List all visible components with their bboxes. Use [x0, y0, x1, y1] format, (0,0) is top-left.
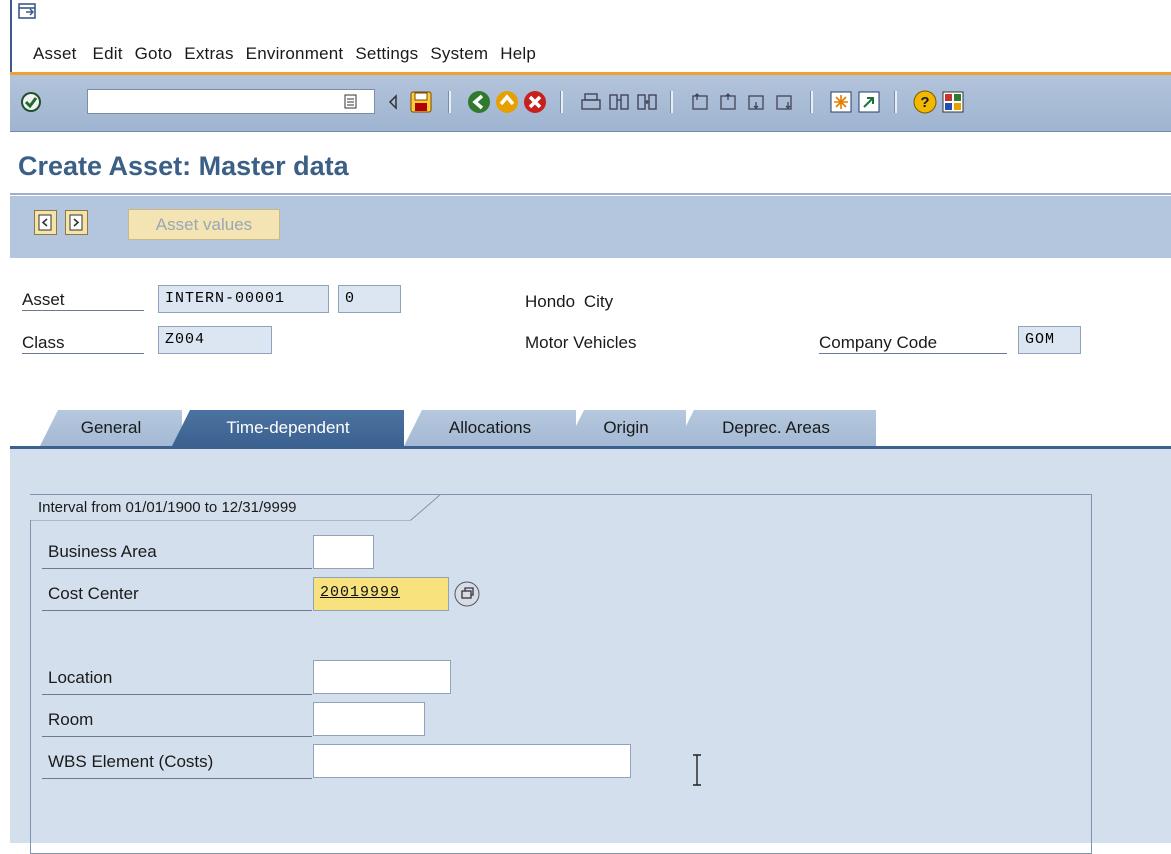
tab-general[interactable]: General — [40, 410, 182, 446]
business-area-label: Business Area — [48, 542, 157, 561]
first-page-icon[interactable] — [688, 89, 714, 115]
page-title: Create Asset: Master data — [18, 151, 349, 181]
menu-goto[interactable]: Goto — [135, 44, 173, 64]
location-field[interactable] — [313, 660, 451, 694]
next-asset-button[interactable] — [65, 210, 88, 235]
previous-icon — [38, 214, 52, 231]
location-label: Location — [48, 668, 113, 687]
back-icon[interactable] — [466, 89, 492, 115]
menu-system[interactable]: System — [430, 44, 488, 64]
menu-extras[interactable]: Extras — [184, 44, 233, 64]
tab-time-dependent[interactable]: Time-dependent — [172, 410, 404, 446]
exit-icon[interactable] — [494, 89, 520, 115]
asset-label: Asset — [22, 290, 144, 311]
enter-icon[interactable] — [18, 89, 44, 115]
command-field[interactable] — [87, 89, 375, 114]
system-menu-icon[interactable] — [18, 3, 38, 21]
wbs-element-label: WBS Element (Costs) — [48, 752, 214, 771]
tab-allocations[interactable]: Allocations — [404, 410, 576, 446]
menu-asset[interactable]: Asset — [33, 44, 77, 64]
menu-help[interactable]: Help — [500, 44, 536, 64]
last-page-icon[interactable] — [772, 89, 798, 115]
business-area-underline — [42, 568, 312, 569]
save-icon[interactable] — [408, 89, 434, 115]
print-icon[interactable] — [578, 89, 604, 115]
toolbar-separator — [670, 91, 673, 113]
layout-menu-icon[interactable] — [940, 89, 966, 115]
room-field[interactable] — [313, 702, 425, 736]
menu-settings[interactable]: Settings — [355, 44, 418, 64]
menu-items: Asset Edit Goto Extras Environment Setti… — [33, 44, 548, 64]
interval-title: Interval from 01/01/1900 to 12/31/9999 — [30, 494, 440, 520]
system-toolbar: ? — [10, 75, 1171, 132]
menu-bar: Asset Edit Goto Extras Environment Setti… — [0, 0, 1171, 76]
wbs-element-field[interactable] — [313, 744, 631, 778]
company-code-label: Company Code — [819, 333, 1007, 354]
create-session-icon[interactable] — [828, 89, 854, 115]
next-page-icon[interactable] — [744, 89, 770, 115]
text-cursor-icon — [690, 753, 704, 787]
business-area-field[interactable] — [313, 535, 374, 569]
window-edge — [10, 0, 12, 76]
cost-center-underline — [42, 610, 312, 611]
tab-origin[interactable]: Origin — [566, 410, 686, 446]
wbs-element-underline — [42, 778, 312, 779]
cost-center-field[interactable]: 20019999 — [313, 577, 449, 611]
menu-edit[interactable]: Edit — [93, 44, 123, 64]
command-history-icon[interactable] — [338, 89, 364, 115]
cancel-icon[interactable] — [522, 89, 548, 115]
company-code-field[interactable]: GOM — [1018, 326, 1081, 354]
class-field[interactable]: Z004 — [158, 326, 272, 354]
find-next-icon[interactable] — [634, 89, 660, 115]
help-icon[interactable]: ? — [912, 89, 938, 115]
cost-center-match-icon[interactable] — [453, 580, 481, 608]
back-arrow-icon[interactable] — [380, 89, 406, 115]
toolbar-separator — [810, 91, 813, 113]
title-divider — [10, 193, 1171, 195]
toolbar-separator — [560, 91, 563, 113]
next-icon — [69, 214, 83, 231]
previous-asset-button[interactable] — [34, 210, 57, 235]
toolbar-separator — [894, 91, 897, 113]
toolbar-separator — [448, 91, 451, 113]
location-underline — [42, 694, 312, 695]
menu-environment[interactable]: Environment — [246, 44, 344, 64]
asset-values-button[interactable]: Asset values — [128, 209, 280, 240]
svg-text:?: ? — [920, 94, 929, 111]
tab-deprec-areas[interactable]: Deprec. Areas — [676, 410, 876, 446]
tab-content-time-dependent: Interval from 01/01/1900 to 12/31/9999 — [10, 449, 1171, 854]
previous-page-icon[interactable] — [716, 89, 742, 115]
class-description: Motor Vehicles — [525, 333, 637, 352]
cost-center-label: Cost Center — [48, 584, 139, 603]
find-icon[interactable] — [606, 89, 632, 115]
application-toolbar: Asset values — [10, 196, 1171, 258]
asset-subnumber-field[interactable]: 0 — [338, 285, 401, 313]
asset-description: Hondo City — [525, 292, 614, 311]
room-underline — [42, 736, 312, 737]
interval-groupbox — [30, 494, 1092, 854]
shortcut-icon[interactable] — [856, 89, 882, 115]
asset-number-field[interactable]: INTERN-00001 — [158, 285, 329, 313]
class-label: Class — [22, 333, 144, 354]
room-label: Room — [48, 710, 94, 729]
